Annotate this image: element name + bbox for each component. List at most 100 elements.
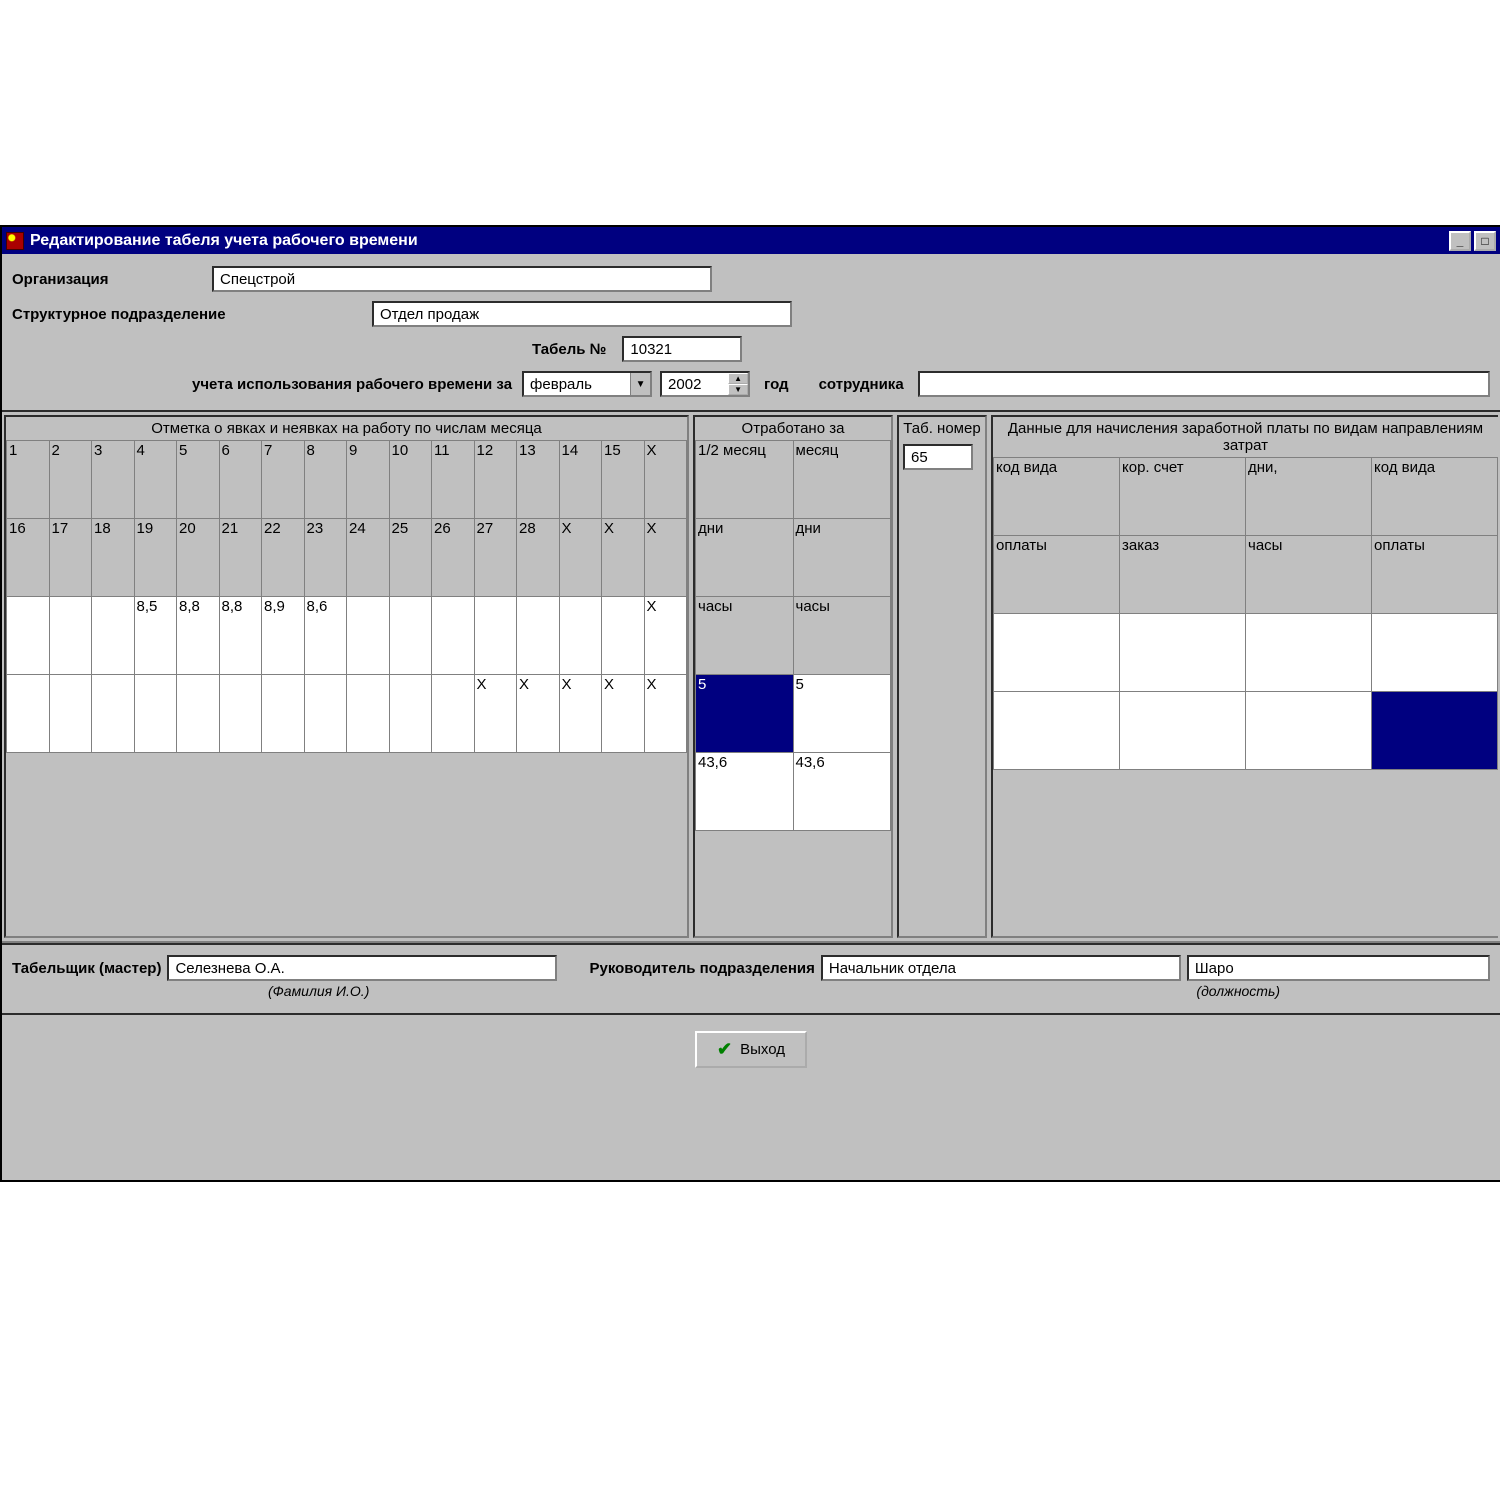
day-cell[interactable] [49,675,92,753]
day-header: 3 [92,441,135,519]
worked-pane: Отработано за 1/2 месяц месяц дни дни ча… [693,415,893,938]
day-cell[interactable] [347,597,390,675]
worked-h1: 1/2 месяц [696,441,794,519]
check-icon: ✔ [717,1039,732,1060]
day-cell[interactable]: X [559,675,602,753]
spinner-buttons[interactable]: ▲▼ [728,373,748,395]
day-header: 19 [134,519,177,597]
day-cell[interactable] [432,675,475,753]
pr-d1c3[interactable] [1246,614,1372,692]
keeper-label: Табельщик (мастер) [12,960,161,977]
day-cell[interactable] [559,597,602,675]
day-cell[interactable]: 8,6 [304,597,347,675]
month-combo[interactable]: февраль ▼ [522,371,652,397]
pr-d2c3[interactable] [1246,692,1372,770]
pr-d1c4[interactable] [1372,614,1498,692]
dept-label: Структурное подразделение [12,306,372,323]
payroll-title: Данные для начисления заработной платы п… [993,417,1498,457]
year-spinner[interactable]: 2002 ▲▼ [660,371,750,397]
day-header: 6 [219,441,262,519]
day-header: 16 [7,519,50,597]
day-header: 23 [304,519,347,597]
day-cell[interactable] [219,675,262,753]
day-cell[interactable] [347,675,390,753]
keeper-field[interactable] [167,955,557,981]
maximize-button[interactable]: □ [1474,231,1496,251]
day-cell[interactable] [49,597,92,675]
year-value: 2002 [668,376,728,393]
pr-r1c2: кор. счет [1120,458,1246,536]
day-cell[interactable] [432,597,475,675]
day-cell[interactable] [304,675,347,753]
day-cell[interactable]: X [602,675,645,753]
day-header: 13 [517,441,560,519]
dept-field[interactable] [372,301,792,327]
pr-d1c2[interactable] [1120,614,1246,692]
day-cell[interactable] [389,675,432,753]
day-header: 1 [7,441,50,519]
day-cell[interactable] [517,597,560,675]
org-field[interactable] [212,266,712,292]
pr-d2c2[interactable] [1120,692,1246,770]
day-cell[interactable]: 8,5 [134,597,177,675]
day-cell[interactable]: X [644,675,687,753]
day-cell[interactable]: X [517,675,560,753]
head-pos-field[interactable] [821,955,1181,981]
day-cell[interactable] [474,597,517,675]
day-cell[interactable] [602,597,645,675]
button-bar: ✔ Выход [2,1013,1500,1072]
titlebar: Редактирование табеля учета рабочего вре… [2,227,1500,254]
app-icon [6,232,24,250]
worked-title: Отработано за [695,417,891,440]
period-label: учета использования рабочего времени за [192,376,512,393]
attendance-pane: Отметка о явках и неявках на работу по ч… [4,415,689,938]
employee-field[interactable] [918,371,1490,397]
day-header: 4 [134,441,177,519]
worked-v2a[interactable]: 43,6 [696,753,794,831]
day-cell[interactable]: X [644,597,687,675]
day-header: X [644,519,687,597]
grid-row: Отметка о явках и неявках на работу по ч… [2,410,1500,943]
day-cell[interactable]: 8,9 [262,597,305,675]
worked-h3: дни [696,519,794,597]
day-cell[interactable] [389,597,432,675]
day-header: 14 [559,441,602,519]
exit-button[interactable]: ✔ Выход [695,1031,807,1068]
day-cell[interactable] [7,675,50,753]
day-cell[interactable] [92,675,135,753]
day-cell[interactable] [92,597,135,675]
worked-v1b[interactable]: 5 [793,675,891,753]
head-hint: (должность) [1196,983,1280,999]
day-cell[interactable] [262,675,305,753]
pr-d2c4[interactable] [1372,692,1498,770]
worked-h6: часы [793,597,891,675]
chevron-down-icon: ▼ [630,373,650,395]
day-header: 2 [49,441,92,519]
day-header: X [602,519,645,597]
attendance-grid[interactable]: 123456789101112131415X 16171819202122232… [6,440,687,753]
day-header: X [644,441,687,519]
exit-label: Выход [740,1041,785,1058]
form-area: Организация Структурное подразделение Та… [2,254,1500,410]
head-label: Руководитель подразделения [589,960,814,977]
head-name-field[interactable] [1187,955,1490,981]
employee-label: сотрудника [819,376,904,393]
window-title: Редактирование табеля учета рабочего вре… [30,232,1446,250]
minimize-button[interactable]: _ [1449,231,1471,251]
pr-d2c1[interactable] [994,692,1120,770]
tabel-no-field[interactable] [622,336,742,362]
worked-v1a[interactable]: 5 [696,675,794,753]
payroll-grid[interactable]: код вида кор. счет дни, код вида оплаты … [993,457,1498,770]
day-cell[interactable] [134,675,177,753]
day-cell[interactable]: X [474,675,517,753]
day-cell[interactable] [177,675,220,753]
day-cell[interactable] [7,597,50,675]
tabnum-field[interactable] [903,444,973,470]
day-cell[interactable]: 8,8 [219,597,262,675]
worked-v2b[interactable]: 43,6 [793,753,891,831]
pr-r2c2: заказ [1120,536,1246,614]
day-cell[interactable]: 8,8 [177,597,220,675]
pr-d1c1[interactable] [994,614,1120,692]
pr-r2c4: оплаты [1372,536,1498,614]
worked-grid[interactable]: 1/2 месяц месяц дни дни часы часы 5 5 43… [695,440,891,831]
